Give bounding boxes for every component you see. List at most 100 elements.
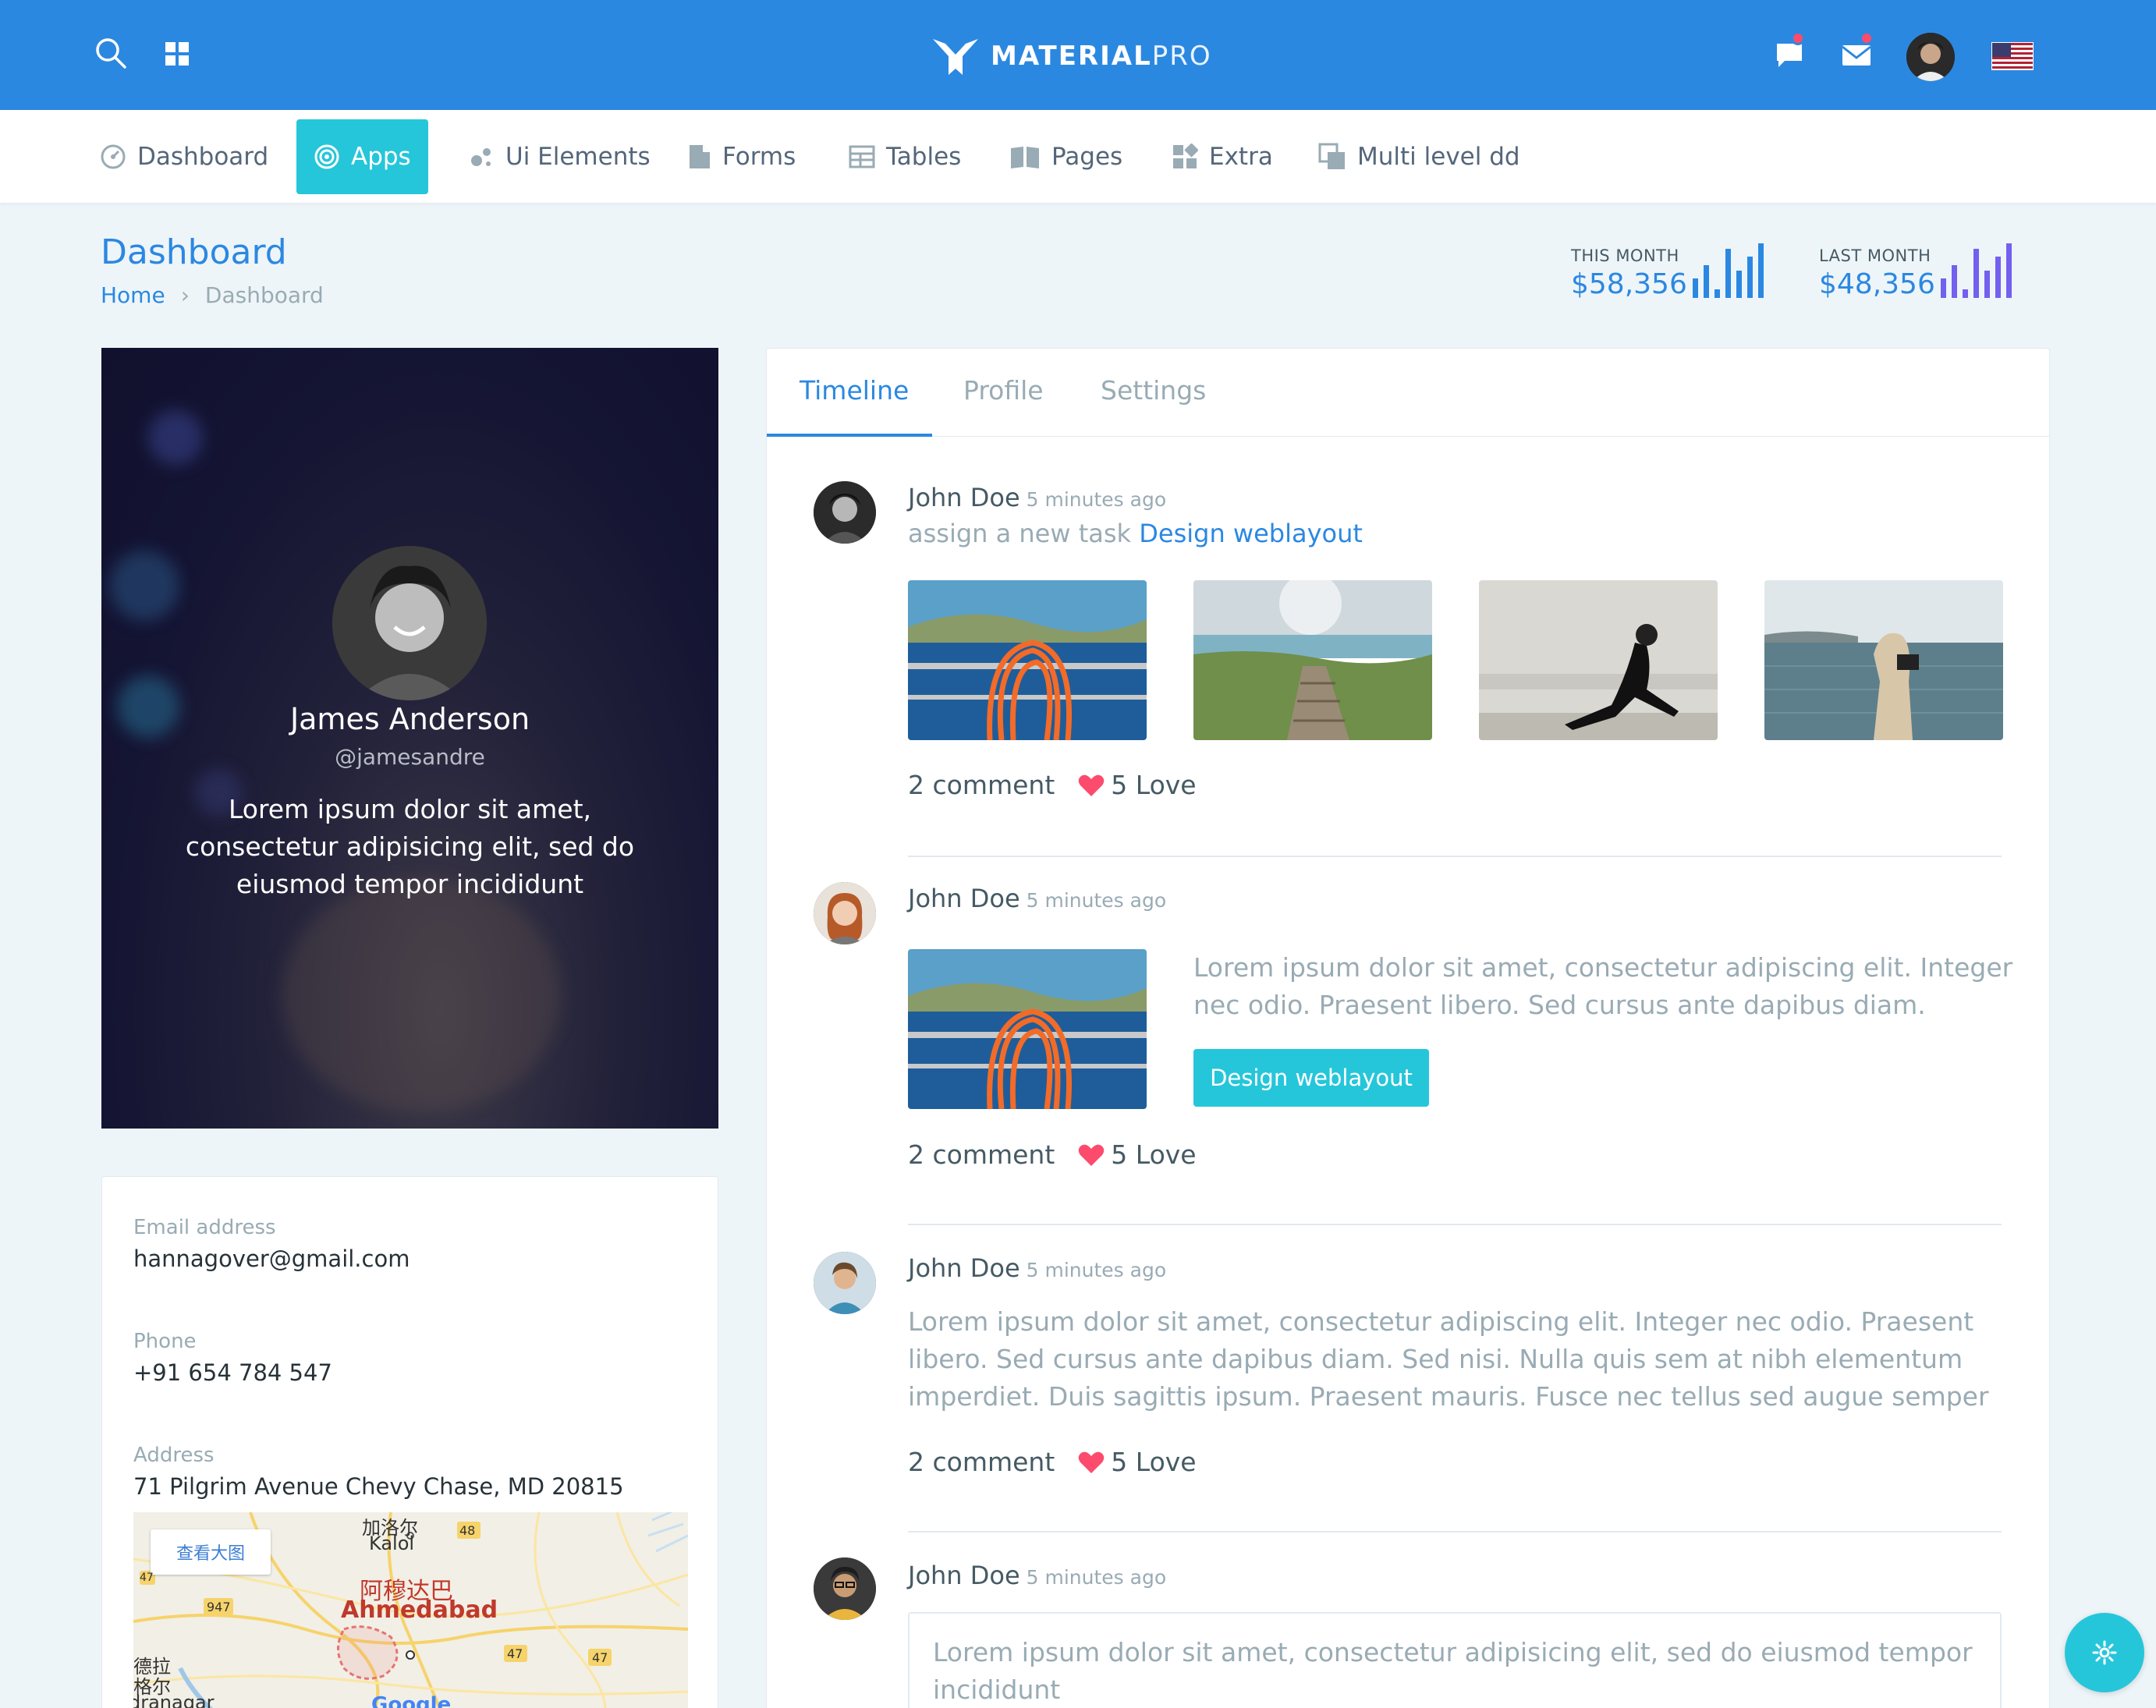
profile-avatar [332, 546, 487, 700]
post-author[interactable]: John Doe 5 minutes ago [908, 884, 1166, 913]
address-value: 71 Pilgrim Avenue Chevy Chase, MD 20815 [133, 1473, 624, 1500]
stat-bar [1704, 265, 1709, 298]
bubbles-icon [471, 148, 491, 166]
post-time: 5 minutes ago [1026, 1566, 1167, 1589]
us-flag-icon[interactable] [1991, 42, 2034, 70]
post-image-rope[interactable] [908, 949, 1147, 1109]
search-icon[interactable] [94, 36, 128, 70]
post-image-boardwalk[interactable] [1193, 580, 1432, 740]
table-icon [849, 145, 875, 168]
message-icon[interactable] [1774, 31, 1805, 70]
background-bokeh [148, 410, 203, 465]
post-action-text: assign a new task [908, 519, 1132, 548]
post-action: assign a new task Design weblayout [908, 519, 1363, 548]
post-text: Lorem ipsum dolor sit amet, consectetur … [908, 1306, 1989, 1412]
stat-label: THIS MONTH [1571, 246, 1679, 265]
post-divider [908, 1224, 2002, 1225]
last-month-sparkbars [1941, 242, 2012, 298]
love-count[interactable]: 5 Love [1111, 1139, 1196, 1170]
email-label: Email address [133, 1216, 276, 1239]
nav-tables[interactable]: Tables [832, 119, 978, 194]
book-icon [1011, 147, 1039, 168]
post-author-name: John Doe [908, 483, 1020, 512]
heart-icon [1079, 1144, 1105, 1166]
tab-profile[interactable]: Profile [963, 375, 1044, 406]
settings-fab[interactable] [2065, 1613, 2144, 1692]
background-bokeh [281, 878, 562, 1112]
brand-logo[interactable]: MATERIALPRO [931, 33, 1212, 80]
nav-extra[interactable]: Extra [1154, 119, 1290, 194]
post-image-photographer[interactable] [1764, 580, 2003, 740]
post-avatar[interactable] [814, 1557, 876, 1620]
map-route-badge: 47 [507, 1646, 523, 1661]
nav-ui-elements-label: Ui Elements [505, 143, 651, 171]
task-link[interactable]: Design weblayout [1139, 519, 1363, 548]
nav-pages-label: Pages [1051, 143, 1123, 171]
nav-ui-elements[interactable]: Ui Elements [451, 119, 668, 194]
stat-last-month: LAST MONTH $48,356 [1819, 246, 1935, 300]
map-route-badge: 47 [140, 1572, 154, 1584]
map-route-badge: 47 [592, 1650, 608, 1665]
heart-icon [1079, 1451, 1105, 1473]
comment-count[interactable]: 2 comment [908, 1447, 1055, 1477]
nav-multi-level[interactable]: Multi level dd [1301, 119, 1537, 194]
nav-apps[interactable]: Apps [296, 119, 428, 194]
post-avatar[interactable] [814, 882, 876, 944]
location-map[interactable]: 查看大图 加洛尔 Kalol 阿穆达巴 Ahmedabad 德拉 格尔 dran… [133, 1512, 688, 1708]
post-author[interactable]: John Doe 5 minutes ago [908, 483, 1166, 512]
post-divider [908, 856, 2002, 857]
tab-settings[interactable]: Settings [1101, 375, 1206, 406]
post-author[interactable]: John Doe 5 minutes ago [908, 1561, 1166, 1590]
map-route-badge: 947 [207, 1600, 231, 1614]
address-label: Address [133, 1444, 215, 1467]
nav-pages[interactable]: Pages [992, 119, 1140, 194]
page-title: Dashboard [101, 232, 287, 272]
post-divider [908, 1531, 2002, 1533]
nav-extra-label: Extra [1209, 143, 1273, 171]
layers-icon [1318, 143, 1345, 169]
breadcrumb: Home › Dashboard [101, 282, 324, 308]
brand-mark-icon [933, 39, 978, 75]
comment-count[interactable]: 2 comment [908, 1139, 1055, 1170]
post-meta: 2 comment 5 Love [908, 770, 1197, 800]
file-icon [690, 145, 710, 168]
post-avatar[interactable] [814, 481, 876, 544]
post-quote: Lorem ipsum dolor sit amet, consectetur … [908, 1612, 2002, 1708]
main-navbar: Dashboard Apps Ui Elements Forms Tables … [0, 110, 2156, 203]
map-label-west-partial: dranagar [133, 1692, 215, 1708]
active-tab-indicator [767, 434, 932, 437]
comment-count[interactable]: 2 comment [908, 770, 1055, 800]
notification-badge [1791, 31, 1805, 45]
topbar: MATERIALPRO [0, 0, 2156, 110]
stat-bar [1963, 289, 1968, 298]
grid-icon[interactable] [165, 42, 190, 67]
background-bokeh [109, 551, 179, 621]
breadcrumb-home[interactable]: Home [101, 282, 165, 308]
google-logo: Google [371, 1693, 452, 1708]
stat-bar [1758, 243, 1764, 298]
profile-card: James Anderson @jamesandre Lorem ipsum d… [101, 348, 718, 1129]
love-count[interactable]: 5 Love [1111, 770, 1196, 800]
nav-apps-label: Apps [351, 143, 411, 171]
chevron-right-icon: › [180, 282, 190, 308]
view-larger-map-button[interactable]: 查看大图 [151, 1529, 271, 1575]
post-time: 5 minutes ago [1026, 488, 1167, 511]
post-author[interactable]: John Doe 5 minutes ago [908, 1253, 1166, 1283]
design-weblayout-button[interactable]: Design weblayout [1193, 1049, 1429, 1107]
stat-bar [1715, 289, 1720, 298]
stat-value: $58,356 [1571, 268, 1687, 300]
tab-timeline[interactable]: Timeline [800, 375, 909, 406]
mail-icon[interactable] [1841, 31, 1874, 69]
post-image-rope[interactable] [908, 580, 1147, 740]
map-label-city: Ahmedabad [341, 1596, 498, 1624]
widgets-icon [1173, 144, 1198, 168]
love-count[interactable]: 5 Love [1111, 1447, 1196, 1477]
post-time: 5 minutes ago [1026, 1259, 1167, 1281]
nav-forms[interactable]: Forms [671, 119, 813, 194]
nav-dashboard[interactable]: Dashboard [83, 119, 285, 194]
post-avatar[interactable] [814, 1252, 876, 1314]
user-avatar[interactable] [1906, 33, 1955, 81]
post-time: 5 minutes ago [1026, 889, 1167, 912]
post-image-woman-sitting[interactable] [1479, 580, 1718, 740]
dashboard-icon [101, 144, 126, 169]
